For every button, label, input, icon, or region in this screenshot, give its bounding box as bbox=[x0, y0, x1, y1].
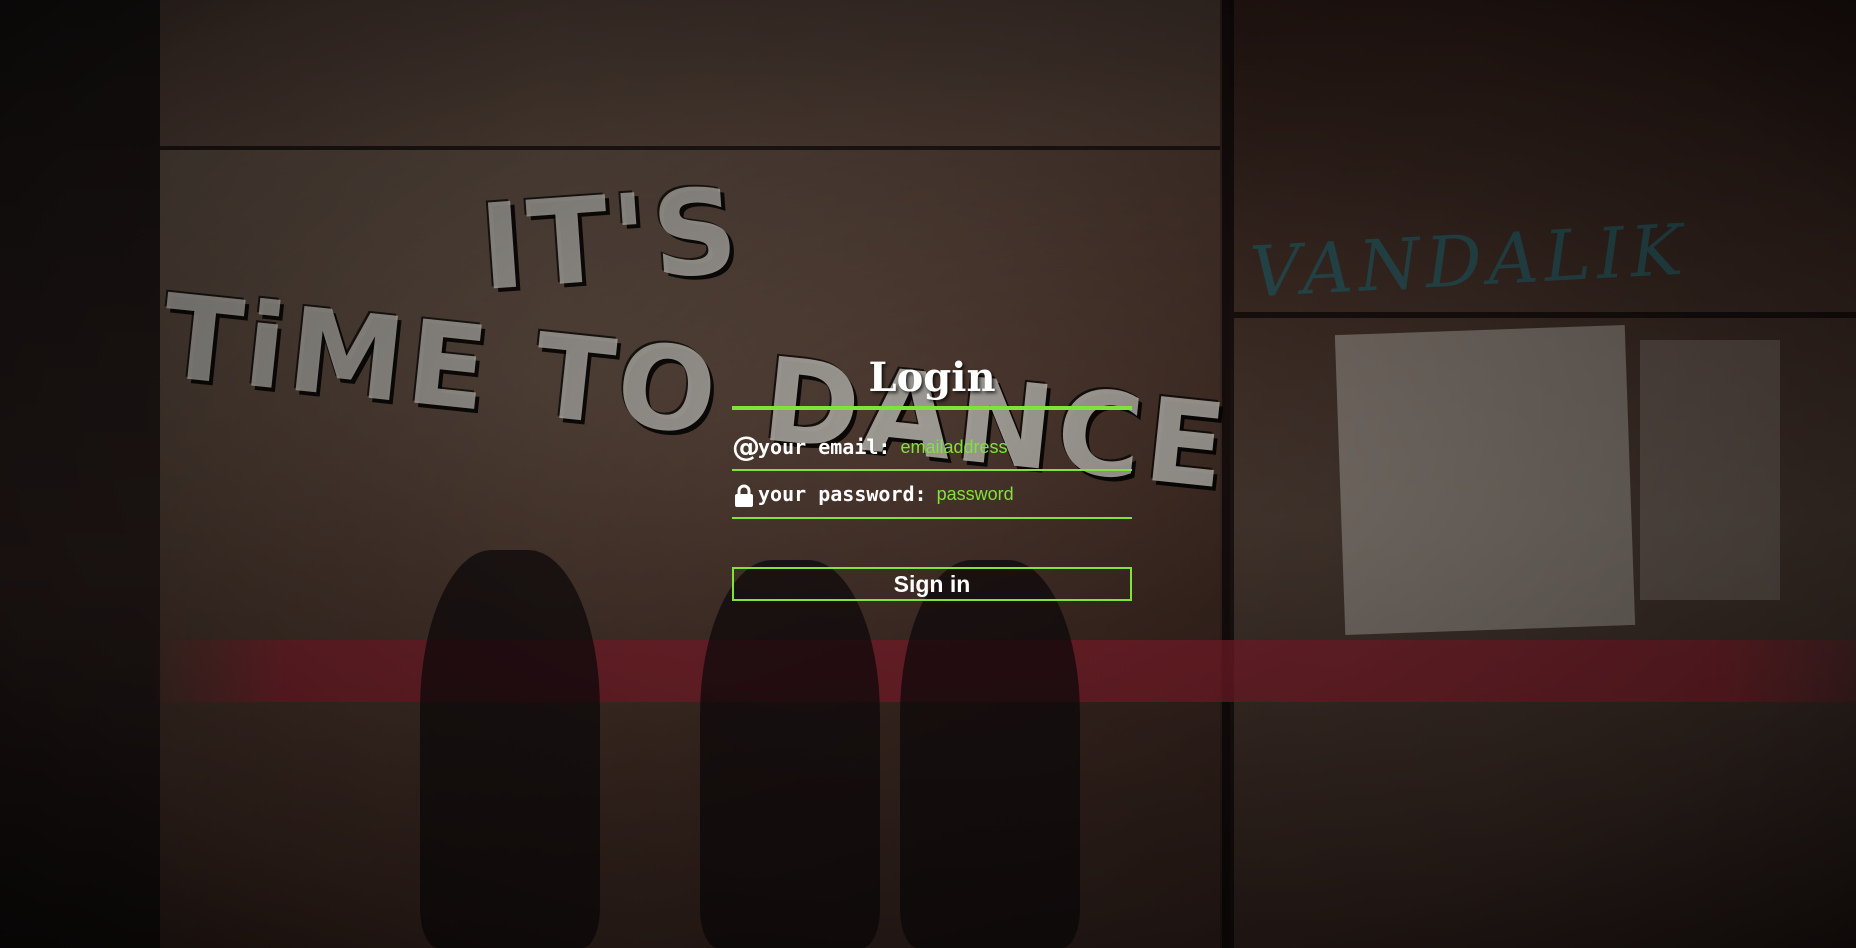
email-label: your email: bbox=[758, 435, 891, 459]
email-field[interactable] bbox=[900, 436, 1132, 458]
login-form: Login @ your email: your password: Sign … bbox=[732, 350, 1132, 601]
at-sign-icon: @ bbox=[732, 430, 760, 463]
login-title: Login bbox=[732, 350, 1132, 410]
email-row: @ your email: bbox=[732, 425, 1132, 471]
sign-in-button[interactable]: Sign in bbox=[732, 567, 1132, 601]
password-label: your password: bbox=[758, 482, 927, 506]
password-row: your password: bbox=[732, 471, 1132, 519]
password-field[interactable] bbox=[936, 483, 1132, 505]
lock-icon bbox=[732, 480, 756, 508]
